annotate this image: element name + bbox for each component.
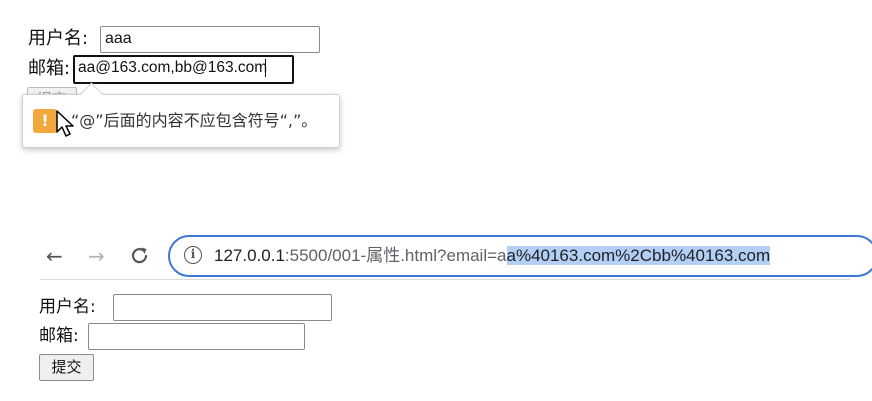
email-label-2: 邮箱: bbox=[39, 326, 79, 346]
url-host: 127.0.0.1 bbox=[214, 246, 285, 265]
url-selection: a%40163.com%2Cbb%40163.com bbox=[506, 246, 771, 265]
warning-icon: ! bbox=[33, 109, 57, 133]
username-input-2[interactable] bbox=[113, 294, 332, 321]
url-text[interactable]: 127.0.0.1:5500/001-属性.html?email=aa%4016… bbox=[214, 245, 771, 267]
url-path: :5500/001-属性.html?email=a bbox=[284, 246, 507, 265]
back-icon[interactable]: ← bbox=[46, 244, 63, 268]
validation-message: “@”后面的内容不应包含符号“,”。 bbox=[71, 111, 318, 130]
username-input[interactable]: aaa bbox=[100, 26, 320, 53]
email-label: 邮箱: bbox=[28, 58, 71, 79]
username-input-value: aaa bbox=[105, 30, 132, 47]
text-caret bbox=[265, 58, 267, 77]
forward-icon[interactable]: → bbox=[88, 244, 105, 268]
email-input[interactable]: aa@163.com,bb@163.com bbox=[73, 55, 294, 84]
submit-button-2[interactable]: 提交 bbox=[39, 354, 94, 381]
address-bar[interactable]: i 127.0.0.1:5500/001-属性.html?email=aa%40… bbox=[168, 235, 872, 277]
email-input-2[interactable] bbox=[88, 323, 305, 350]
toolbar-divider bbox=[40, 279, 850, 280]
username-label: 用户名: bbox=[28, 28, 89, 49]
email-input-value: aa@163.com,bb@163.com bbox=[78, 59, 268, 76]
info-icon[interactable]: i bbox=[184, 246, 202, 264]
username-label-2: 用户名: bbox=[39, 297, 96, 317]
tooltip-arrow bbox=[79, 82, 104, 107]
reload-icon[interactable] bbox=[129, 245, 151, 267]
submit-button-2-label: 提交 bbox=[51, 358, 82, 376]
validation-tooltip: ! “@”后面的内容不应包含符号“,”。 bbox=[22, 82, 340, 148]
